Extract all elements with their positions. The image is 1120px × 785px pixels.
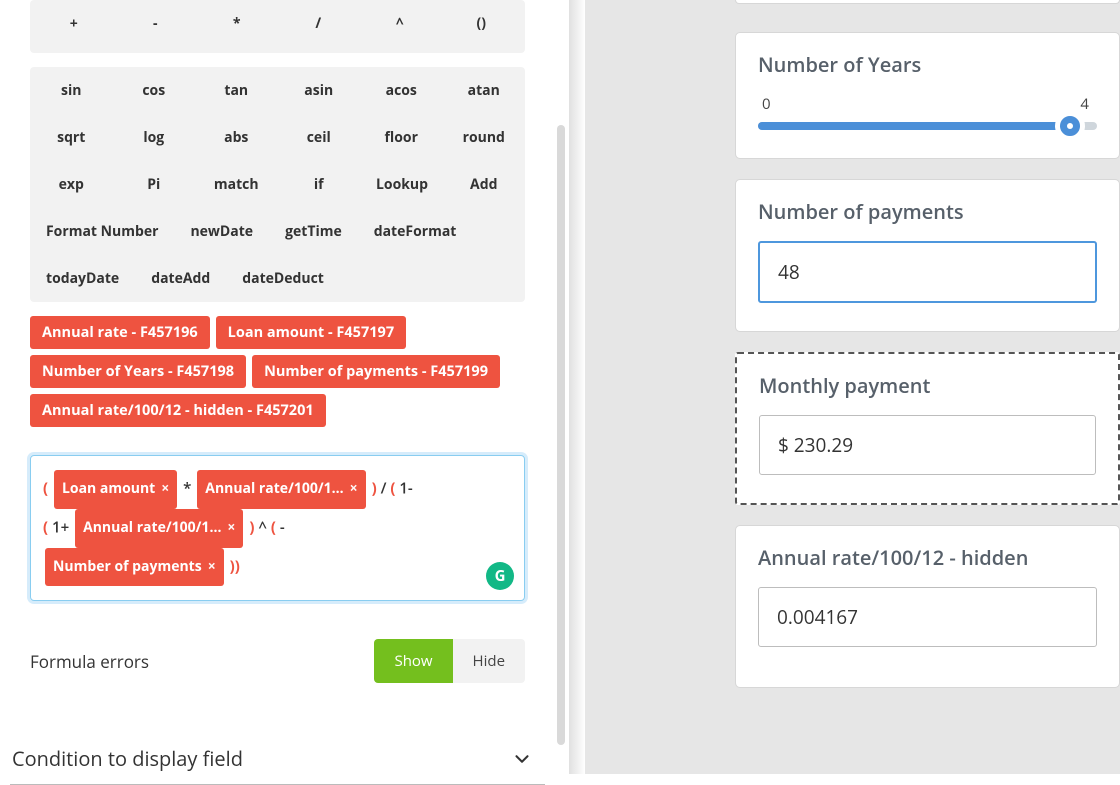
field-chip-hidden-rate[interactable]: Annual rate/100/12 - hidden - F457201 [30, 394, 326, 427]
tok-close-paren-double: )) [230, 556, 240, 576]
formula-errors-label: Formula errors [30, 650, 149, 673]
tok-one-minus: 1- [399, 478, 412, 498]
slider-value-label: 4 [1080, 94, 1089, 114]
op-minus[interactable]: - [115, 0, 197, 47]
operator-palette: + - * / ^ () [30, 0, 525, 53]
formula-editor-panel: + - * / ^ () sin cos tan asin acos atan … [0, 0, 555, 774]
fn-gettime[interactable]: getTime [269, 208, 358, 255]
fn-ceil[interactable]: ceil [278, 114, 361, 161]
slider-thumb[interactable] [1055, 111, 1085, 141]
tok-one-plus: 1+ [52, 517, 73, 537]
remove-chip-icon[interactable]: × [227, 513, 235, 544]
tok-pow: ^ [258, 517, 267, 537]
remove-chip-icon[interactable]: × [350, 474, 358, 505]
card-title: Annual rate/100/12 - hidden [758, 544, 1097, 571]
formula-chip-rate-2[interactable]: Annual rate/100/1…× [75, 509, 243, 548]
card-title: Number of Years [758, 51, 1097, 78]
tok-open-paren: ( [43, 517, 48, 537]
fn-round[interactable]: round [443, 114, 526, 161]
scrollbar-thumb[interactable] [557, 125, 565, 745]
grammarly-icon[interactable]: G [486, 562, 514, 590]
field-chip-number-of-payments[interactable]: Number of payments - F457199 [252, 355, 500, 388]
fn-tan[interactable]: tan [195, 67, 278, 114]
op-parens[interactable]: () [441, 0, 523, 47]
field-chip-loan-amount[interactable]: Loan amount - F457197 [216, 316, 406, 349]
condition-label: Condition to display field [12, 745, 243, 772]
op-pow[interactable]: ^ [359, 0, 441, 47]
chevron-down-icon [511, 748, 533, 770]
formula-chip-num-payments[interactable]: Number of payments× [45, 548, 224, 587]
card-title: Number of payments [758, 198, 1097, 225]
fn-asin[interactable]: asin [278, 67, 361, 114]
fn-dateadd[interactable]: dateAdd [135, 255, 226, 302]
formula-chip-rate-1[interactable]: Annual rate/100/1…× [197, 470, 365, 509]
card-number-of-years: Number of Years 0 4 [735, 32, 1120, 159]
tok-open-paren: ( [43, 478, 48, 498]
num-payments-value[interactable]: 48 [758, 241, 1097, 303]
field-chip-annual-rate[interactable]: Annual rate - F457196 [30, 316, 210, 349]
monthly-payment-value: $ 230.29 [759, 415, 1096, 475]
form-preview-panel: Number of Years 0 4 Number of payments 4… [585, 0, 1120, 774]
tok-open-paren: ( [271, 517, 280, 537]
tok-mul: * [183, 478, 195, 498]
slider-min-label: 0 [762, 94, 771, 114]
function-palette: sin cos tan asin acos atan sqrt log abs … [30, 67, 525, 302]
divider-shadow [569, 0, 585, 774]
tok-neg: - [280, 517, 285, 537]
fn-sin[interactable]: sin [30, 67, 113, 114]
fn-floor[interactable]: floor [360, 114, 443, 161]
condition-section[interactable]: Condition to display field [10, 735, 545, 785]
fn-pi[interactable]: Pi [113, 161, 196, 208]
show-errors-button[interactable]: Show [374, 639, 452, 683]
fn-atan[interactable]: atan [443, 67, 526, 114]
remove-chip-icon[interactable]: × [208, 552, 216, 583]
formula-input[interactable]: ( Loan amount× * Annual rate/100/1…× ) /… [30, 455, 525, 601]
tok-div: / [381, 478, 391, 498]
fn-add[interactable]: Add [443, 161, 526, 208]
fn-dateformat[interactable]: dateFormat [358, 208, 473, 255]
formula-errors-row: Formula errors Show Hide [30, 639, 525, 683]
scrollbar-track[interactable] [555, 0, 569, 774]
slider-fill [758, 122, 1070, 130]
op-plus[interactable]: + [33, 0, 115, 47]
tok-close-paren: ) [372, 478, 377, 498]
card-number-of-payments: Number of payments 48 [735, 179, 1120, 332]
fn-todaydate[interactable]: todayDate [30, 255, 135, 302]
fn-lookup[interactable]: Lookup [360, 161, 443, 208]
hidden-rate-value: 0.004167 [758, 587, 1097, 647]
panel-divider [555, 0, 585, 774]
remove-chip-icon[interactable]: × [161, 474, 169, 505]
hide-errors-button[interactable]: Hide [453, 639, 525, 683]
fn-acos[interactable]: acos [360, 67, 443, 114]
slider-track[interactable] [758, 122, 1097, 130]
errors-toggle: Show Hide [374, 639, 525, 683]
formula-chip-loan-amount[interactable]: Loan amount× [54, 470, 177, 509]
fn-sqrt[interactable]: sqrt [30, 114, 113, 161]
fn-newdate[interactable]: newDate [174, 208, 269, 255]
fn-cos[interactable]: cos [113, 67, 196, 114]
card-monthly-payment[interactable]: Monthly payment $ 230.29 [735, 352, 1120, 505]
op-mul[interactable]: * [196, 0, 278, 47]
preview-card-stub [735, 0, 1120, 4]
fn-datededuct[interactable]: dateDeduct [226, 255, 340, 302]
fn-format-number[interactable]: Format Number [30, 208, 174, 255]
fn-exp[interactable]: exp [30, 161, 113, 208]
fn-match[interactable]: match [195, 161, 278, 208]
years-slider[interactable]: 0 4 [758, 94, 1097, 130]
field-chip-number-of-years[interactable]: Number of Years - F457198 [30, 355, 246, 388]
fn-abs[interactable]: abs [195, 114, 278, 161]
field-chip-list: Annual rate - F457196 Loan amount - F457… [30, 316, 525, 427]
fn-if[interactable]: if [278, 161, 361, 208]
fn-log[interactable]: log [113, 114, 196, 161]
card-title: Monthly payment [759, 372, 1096, 399]
tok-open-paren: ( [390, 478, 395, 498]
op-div[interactable]: / [278, 0, 360, 47]
card-hidden-rate: Annual rate/100/12 - hidden 0.004167 [735, 525, 1120, 688]
tok-close-paren: ) [249, 517, 254, 537]
